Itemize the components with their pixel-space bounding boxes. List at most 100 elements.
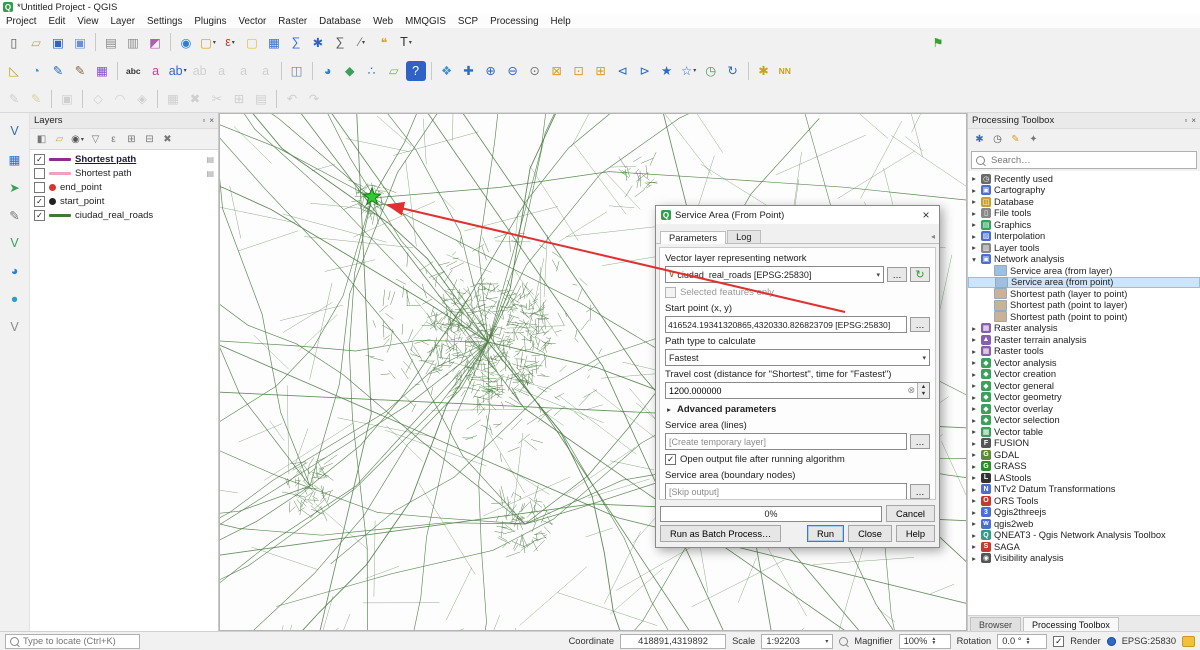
panel-float-icon[interactable]: ▫	[1184, 116, 1187, 125]
layer-item-start-point[interactable]: ✓start_point	[30, 194, 218, 208]
panel-close-icon[interactable]: ×	[1191, 116, 1196, 125]
toolbox-tree-item-vector-overlay[interactable]: ▸◆Vector overlay	[968, 403, 1200, 415]
spin-buttons[interactable]: ▲▼	[917, 383, 929, 398]
layer-item-ciudad-real-roads[interactable]: ✓ciudad_real_roads	[30, 208, 218, 222]
identify-features-icon[interactable]: ◉	[176, 32, 196, 52]
model-designer-icon[interactable]: ✱	[754, 61, 774, 81]
menu-plugins[interactable]: Plugins	[188, 14, 232, 28]
tab-parameters[interactable]: Parameters	[660, 231, 726, 244]
run-as-batch-button[interactable]: Run as Batch Process…	[660, 525, 781, 542]
open-project-icon[interactable]: ▱	[26, 32, 46, 52]
remove-layer-icon[interactable]: ✖	[159, 131, 176, 148]
panel-float-icon[interactable]: ▫	[202, 116, 205, 125]
label-single-icon[interactable]: a	[146, 61, 166, 81]
save-project-icon[interactable]: ▣	[48, 32, 68, 52]
add-polygon-icon[interactable]: V	[5, 233, 25, 253]
manage-map-themes-icon[interactable]: ◉▾	[69, 131, 86, 148]
tree-expand-icon[interactable]: ▸	[970, 416, 978, 425]
open-attribute-table-icon[interactable]: ▦	[264, 32, 284, 52]
dialog-title-bar[interactable]: Q Service Area (From Point) ×	[656, 206, 939, 224]
toolbox-tree-item-qgis2threejs[interactable]: ▸3Qgis2threejs	[968, 507, 1200, 519]
tree-expand-icon[interactable]: ▸	[970, 519, 978, 528]
toolbox-tree-item-network-analysis[interactable]: ▾▣Network analysis	[968, 254, 1200, 266]
boundary-nodes-field[interactable]: [Skip output]	[665, 483, 907, 500]
tree-expand-icon[interactable]: ▸	[970, 243, 978, 252]
filter-expression-icon[interactable]: ε	[105, 131, 122, 148]
tree-expand-icon[interactable]: ▾	[970, 255, 978, 264]
toolbox-tree-item-vector-creation[interactable]: ▸◆Vector creation	[968, 369, 1200, 381]
refresh-map-icon[interactable]: ↻	[723, 61, 743, 81]
toolbox-tree-item-raster-analysis[interactable]: ▸▦Raster analysis	[968, 323, 1200, 335]
processing-toolbox-icon[interactable]: ✱	[308, 32, 328, 52]
menu-processing[interactable]: Processing	[484, 14, 544, 28]
scale-combo[interactable]: 1:92203 ▾	[761, 634, 833, 649]
menu-mmqgis[interactable]: MMQGIS	[399, 14, 452, 28]
boundary-nodes-browse-button[interactable]: …	[910, 484, 930, 499]
chip-plugin-icon[interactable]: ▦	[92, 61, 112, 81]
new-project-icon[interactable]: ▯	[4, 32, 24, 52]
open-data-folder-icon[interactable]: ▱	[384, 61, 404, 81]
toolbox-tree-item-grass[interactable]: ▸GGRASS	[968, 461, 1200, 473]
collapse-all-icon[interactable]: ⊟	[141, 131, 158, 148]
log-messages-icon[interactable]	[1182, 636, 1195, 647]
database-manager-icon[interactable]: ◫	[287, 61, 307, 81]
zoom-to-layer-icon[interactable]: ⊞	[591, 61, 611, 81]
tree-expand-icon[interactable]: ▸	[970, 508, 978, 517]
open-layer-styling-icon[interactable]: ◧	[33, 131, 50, 148]
toolbox-tree-item-visibility-analysis[interactable]: ▸◉Visibility analysis	[968, 553, 1200, 565]
history-icon[interactable]: ◷	[989, 131, 1006, 148]
layer-item-end-point[interactable]: end_point	[30, 180, 218, 194]
menu-vector[interactable]: Vector	[233, 14, 273, 28]
label-pin-icon[interactable]: ab▾	[168, 61, 188, 81]
pan-to-selection-icon[interactable]: ✚	[459, 61, 479, 81]
path-type-combo[interactable]: Fastest ▾	[665, 349, 930, 366]
tab-log[interactable]: Log	[727, 230, 761, 243]
advanced-digitizing-icon[interactable]: ◺	[4, 61, 24, 81]
advanced-parameters-toggle[interactable]: ▸ Advanced parameters	[665, 404, 930, 415]
style-manager-icon[interactable]: ◩	[145, 32, 165, 52]
toolbox-tree-item-shortest-path-point-to-layer-[interactable]: Shortest path (point to layer)	[968, 300, 1200, 312]
new-bookmark-icon[interactable]: ★	[657, 61, 677, 81]
vector-diamond-icon[interactable]: ◆	[340, 61, 360, 81]
zoom-in-icon[interactable]: ⊕	[481, 61, 501, 81]
spin-down-icon[interactable]: ▼	[918, 391, 929, 399]
spin-up-icon[interactable]: ▲	[918, 383, 929, 391]
toolbox-tree-item-shortest-path-layer-to-point-[interactable]: Shortest path (layer to point)	[968, 288, 1200, 300]
tree-expand-icon[interactable]: ▸	[970, 554, 978, 563]
add-group-icon[interactable]: ▱	[51, 131, 68, 148]
tree-expand-icon[interactable]: ▸	[970, 381, 978, 390]
graph-analysis-icon[interactable]: ∴	[362, 61, 382, 81]
epsg-label[interactable]: EPSG:25830	[1122, 636, 1176, 646]
tree-expand-icon[interactable]: ▸	[970, 324, 978, 333]
layer-visibility-checkbox[interactable]: ✓	[34, 154, 45, 165]
spin-buttons[interactable]: ▲▼	[1025, 637, 1030, 645]
vector-tool-icon[interactable]: V	[5, 317, 25, 337]
reload-layer-button[interactable]: ↻	[910, 267, 930, 282]
tree-expand-icon[interactable]: ▸	[970, 186, 978, 195]
travel-cost-input[interactable]	[666, 386, 905, 396]
pan-map-icon[interactable]: ❖	[437, 61, 457, 81]
menu-web[interactable]: Web	[367, 14, 399, 28]
tree-expand-icon[interactable]: ▸	[970, 404, 978, 413]
web-globe-icon[interactable]: ●	[5, 289, 25, 309]
vertex-editor-icon[interactable]: ✎	[48, 61, 68, 81]
tree-expand-icon[interactable]: ▸	[970, 232, 978, 241]
menu-settings[interactable]: Settings	[141, 14, 188, 28]
select-features-icon[interactable]: ▢▾	[198, 32, 218, 52]
cancel-button[interactable]: Cancel	[886, 505, 935, 522]
toolbox-tree-item-fusion[interactable]: ▸FFUSION	[968, 438, 1200, 450]
nn-join-icon[interactable]: NN	[776, 61, 794, 81]
run-button[interactable]: Run	[807, 525, 844, 542]
web-plugin-icon[interactable]: ◕	[318, 61, 338, 81]
magnifier-spin[interactable]: 100% ▲▼	[899, 634, 951, 649]
zoom-next-icon[interactable]: ⊳	[635, 61, 655, 81]
toolbox-tree-item-service-area-from-point-[interactable]: Service area (from point)	[968, 277, 1200, 289]
toolbox-tree-item-vector-general[interactable]: ▸◆Vector general	[968, 380, 1200, 392]
panel-close-icon[interactable]: ×	[209, 116, 214, 125]
measure-line-icon[interactable]: ∕▾	[352, 32, 372, 52]
zoom-full-icon[interactable]: ⊠	[547, 61, 567, 81]
toolbox-tree-item-database[interactable]: ▸◫Database	[968, 196, 1200, 208]
new-print-layout-icon[interactable]: ▤	[101, 32, 121, 52]
toolbox-tree-item-recently-used[interactable]: ▸◷Recently used	[968, 173, 1200, 185]
rotation-spin[interactable]: 0.0 ° ▲▼	[997, 634, 1047, 649]
